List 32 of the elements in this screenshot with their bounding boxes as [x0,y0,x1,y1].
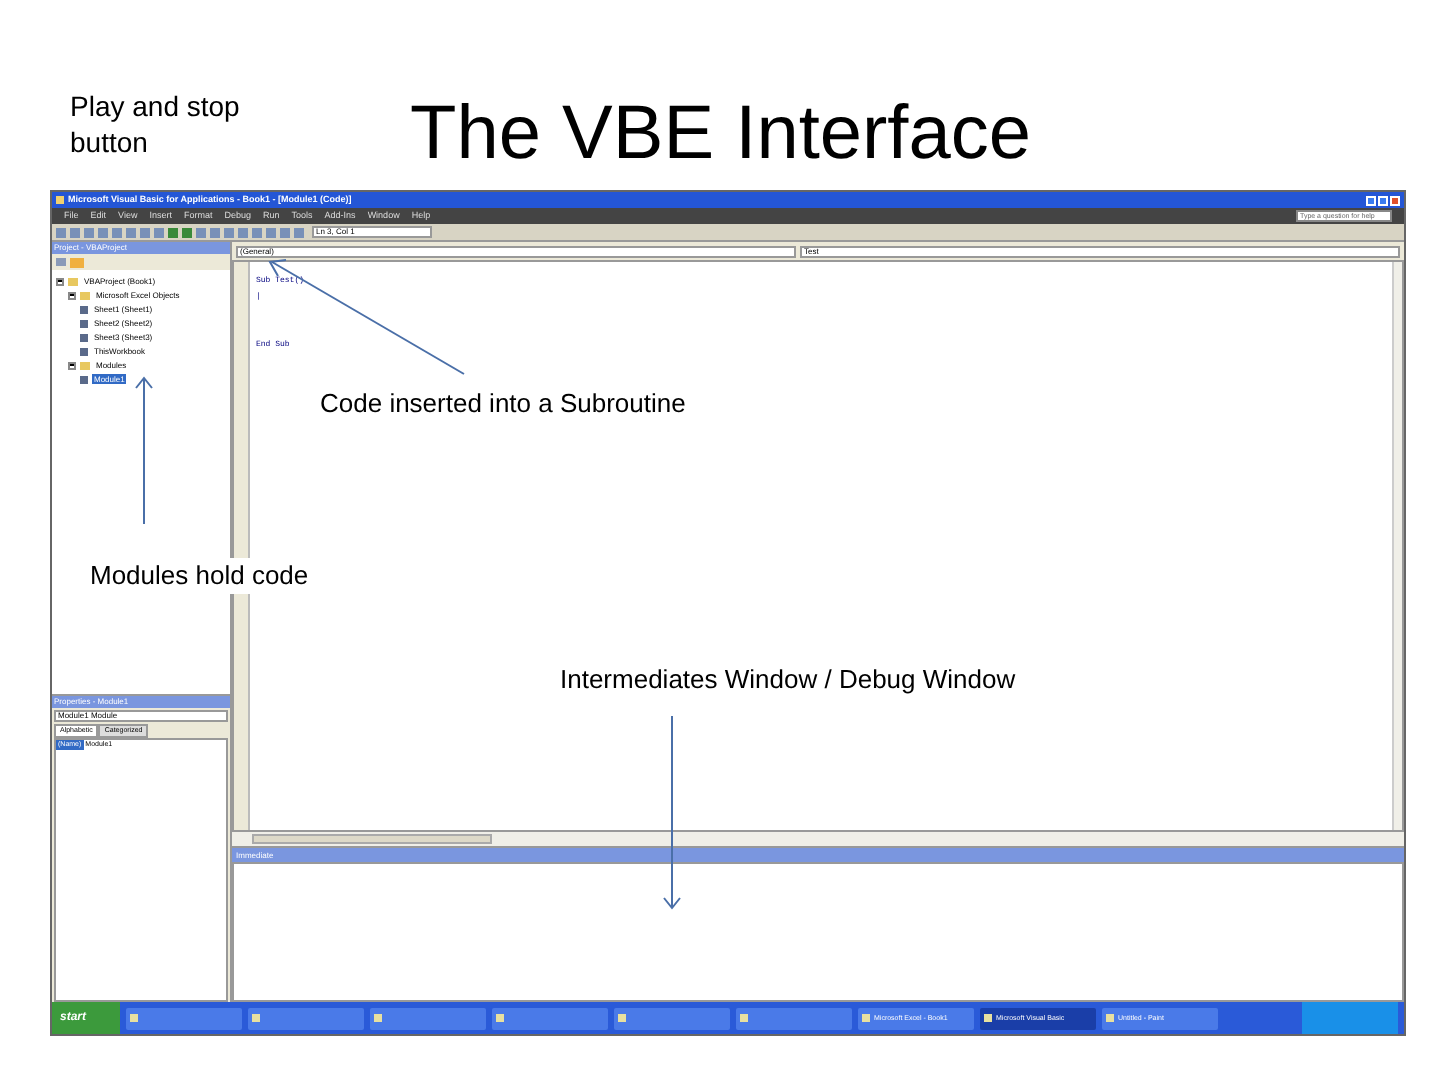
taskbar-button[interactable] [126,1007,242,1029]
module-icon [80,375,88,383]
app-icon [374,1014,382,1022]
app-icon [1106,1014,1114,1022]
expander-icon[interactable] [56,277,64,285]
app-icon [862,1014,870,1022]
immediate-window[interactable] [232,862,1404,1002]
taskbar-button[interactable] [614,1007,730,1029]
app-icon [740,1014,748,1022]
corner-note: Play and stop button [70,88,242,160]
folder-icon [80,361,90,369]
taskbar-button[interactable] [736,1007,852,1029]
expander-icon[interactable] [68,361,76,369]
vertical-scrollbar[interactable] [1392,262,1402,830]
app-icon [496,1014,504,1022]
taskbar-button[interactable] [370,1007,486,1029]
horizontal-scrollbar[interactable] [232,832,1404,848]
app-icon [130,1014,138,1022]
app-icon [618,1014,626,1022]
taskbar-button[interactable] [248,1007,364,1029]
scroll-thumb[interactable] [252,834,492,844]
app-icon [984,1014,992,1022]
annotation-text: Modules hold code [90,558,309,594]
minimize-button[interactable] [1366,195,1376,205]
expander-icon[interactable] [68,291,76,299]
taskbar-button[interactable] [492,1007,608,1029]
slide-title: The VBE Interface [410,90,1031,180]
close-button[interactable] [1390,195,1400,205]
app-icon [56,196,64,204]
app-icon [252,1014,260,1022]
system-tray [1302,1002,1398,1034]
maximize-button[interactable] [1378,195,1388,205]
